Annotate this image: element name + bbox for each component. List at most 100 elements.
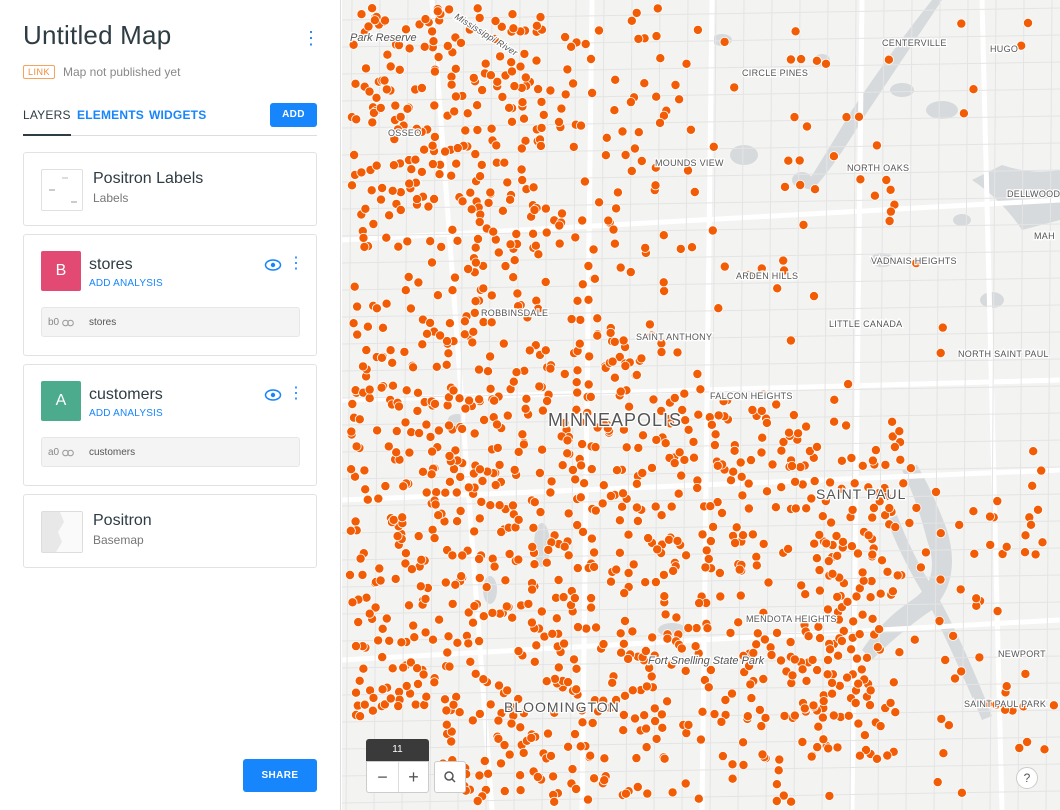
customer-point[interactable] [683,424,694,435]
customer-point[interactable] [448,385,459,396]
customer-point[interactable] [528,228,539,239]
customer-point[interactable] [384,635,395,646]
customer-point[interactable] [433,52,444,63]
customer-point[interactable] [528,182,539,193]
customer-point[interactable] [756,405,767,416]
customer-point[interactable] [513,646,524,657]
customer-point[interactable] [345,570,355,581]
customer-point[interactable] [474,770,485,781]
customer-point[interactable] [758,538,769,549]
customer-point[interactable] [751,560,762,571]
customer-point[interactable] [470,296,481,307]
map-search-button[interactable] [434,761,466,793]
customer-point[interactable] [385,61,396,72]
customer-point[interactable] [536,122,547,133]
customer-point[interactable] [582,794,593,805]
customer-point[interactable] [795,179,806,190]
customer-point[interactable] [610,74,621,85]
customer-point[interactable] [599,775,610,786]
customer-point[interactable] [350,641,361,652]
customer-point[interactable] [405,303,416,314]
customer-point[interactable] [486,290,497,301]
customer-point[interactable] [376,352,387,363]
customer-point[interactable] [920,547,931,558]
customer-point[interactable] [716,716,727,727]
customer-point[interactable] [623,529,634,540]
customer-point[interactable] [632,782,643,793]
customer-point[interactable] [394,64,405,75]
customer-point[interactable] [738,737,749,748]
customer-point[interactable] [889,441,900,452]
customer-point[interactable] [427,446,438,457]
customer-point[interactable] [867,549,878,560]
customer-point[interactable] [801,675,812,686]
customer-point[interactable] [517,429,528,440]
customer-point[interactable] [788,410,799,421]
customer-point[interactable] [867,455,878,466]
customer-point[interactable] [717,751,728,762]
customer-point[interactable] [408,362,419,373]
customer-point[interactable] [646,671,657,682]
customer-point[interactable] [827,568,838,579]
customer-point[interactable] [775,655,786,666]
customer-point[interactable] [651,91,662,102]
customer-point[interactable] [360,63,371,74]
customer-point[interactable] [412,663,423,674]
customer-point[interactable] [413,679,424,690]
customer-point[interactable] [1030,549,1041,560]
customer-point[interactable] [502,177,513,188]
customer-point[interactable] [367,705,378,716]
customer-point[interactable] [585,391,596,402]
customer-point[interactable] [588,244,599,255]
customer-point[interactable] [587,718,598,729]
customer-point[interactable] [855,174,866,185]
customer-point[interactable] [493,715,504,726]
customer-point[interactable] [499,786,510,797]
customer-point[interactable] [870,445,881,456]
add-button[interactable]: ADD [270,103,317,127]
customer-point[interactable] [809,476,820,487]
customer-point[interactable] [751,551,762,562]
customer-point[interactable] [562,435,573,446]
customer-point[interactable] [385,693,396,704]
customer-point[interactable] [534,467,545,478]
customer-point[interactable] [758,674,769,685]
customer-point[interactable] [797,737,808,748]
customer-point[interactable] [857,460,868,471]
customer-point[interactable] [468,72,479,83]
customer-point[interactable] [497,91,508,102]
customer-point[interactable] [874,624,885,635]
customer-point[interactable] [354,675,365,686]
customer-point[interactable] [700,562,711,573]
customer-point[interactable] [432,290,443,301]
customer-point[interactable] [587,88,598,99]
customer-point[interactable] [417,339,428,350]
source-node[interactable]: b0 stores [41,307,300,337]
customer-point[interactable] [853,678,864,689]
customer-point[interactable] [1027,480,1038,491]
customer-point[interactable] [483,197,494,208]
customer-point[interactable] [349,149,360,160]
customer-point[interactable] [488,226,499,237]
customer-point[interactable] [822,655,833,666]
customer-point[interactable] [400,548,411,559]
customer-point[interactable] [427,524,438,535]
customer-point[interactable] [619,588,630,599]
customer-point[interactable] [520,72,531,83]
customer-point[interactable] [592,330,603,341]
customer-point[interactable] [358,232,369,243]
customer-point[interactable] [377,684,388,695]
customer-point[interactable] [905,463,916,474]
customer-point[interactable] [640,577,651,588]
customer-point[interactable] [623,653,634,664]
customer-point[interactable] [674,447,685,458]
customer-point[interactable] [475,171,486,182]
customer-point[interactable] [364,393,375,404]
customer-point[interactable] [485,70,496,81]
customer-point[interactable] [490,480,501,491]
customer-point[interactable] [575,492,586,503]
customer-point[interactable] [401,681,412,692]
customer-point[interactable] [774,754,785,765]
customer-point[interactable] [846,452,857,463]
zoom-in-button[interactable]: + [398,762,429,792]
